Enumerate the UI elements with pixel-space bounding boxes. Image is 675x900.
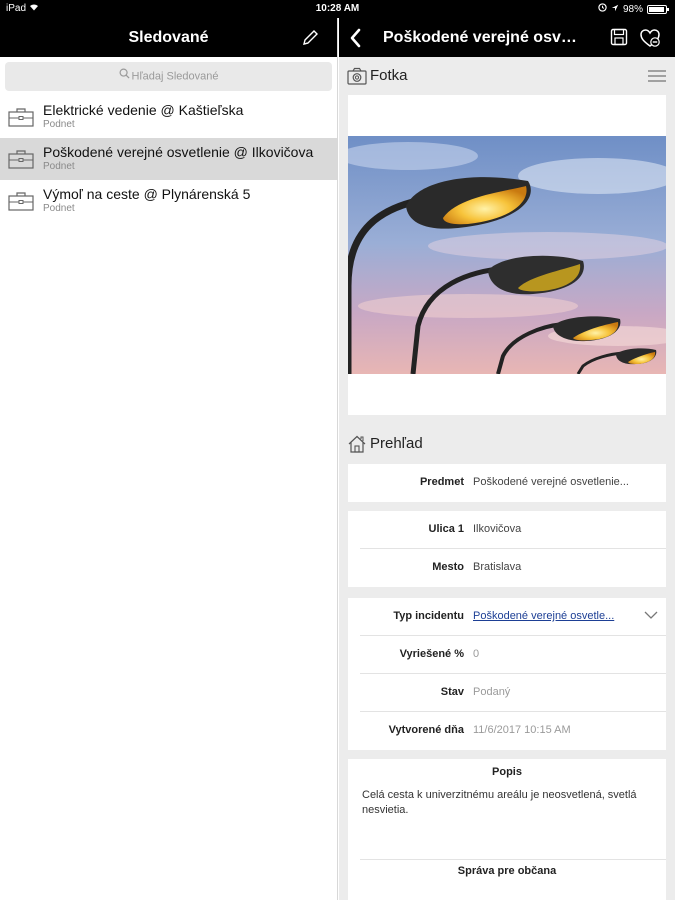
list-item[interactable]: Výmoľ na ceste @ Plynárenská 5 Podnet [0,180,337,222]
left-pane-title: Sledované [128,29,209,46]
field-label: Stav [440,686,464,698]
location-icon [611,4,619,15]
edit-button[interactable] [299,27,321,49]
incident-card: Typ incidentu Poškodené verejné osvetle.… [348,598,666,750]
followed-list-pane: Sledované Hľadaj Sledované Elektrické ve… [0,18,338,900]
list-item-subtitle: Podnet [43,161,75,172]
description-title: Popis [492,766,522,778]
field-value: 0 [473,648,480,660]
followed-list: Elektrické vedenie @ Kaštieľska Podnet P… [0,96,337,222]
field-value: Poškodené verejné osvetlenie... [473,476,629,488]
search-icon [119,62,130,91]
camera-icon [347,67,367,85]
field-row-subject[interactable]: Predmet Poškodené verejné osvetlenie... [360,464,666,502]
list-item-subtitle: Podnet [43,203,75,214]
list-item-subtitle: Podnet [43,119,75,130]
photo-card [348,95,666,415]
field-row-created-on[interactable]: Vytvorené dňa 11/6/2017 10:15 AM [360,712,666,750]
detail-pane: Poškodené verejné osvetlenie Fotka [339,18,675,900]
list-item-selected[interactable]: Poškodené verejné osvetlenie @ Ilkovičov… [0,138,337,180]
list-item-title: Výmoľ na ceste @ Plynárenská 5 [43,186,251,202]
subject-card: Predmet Poškodené verejné osvetlenie... [348,464,666,502]
right-navbar: Poškodené verejné osvetlenie [339,18,675,57]
field-row-street[interactable]: Ulica 1 Ilkovičova [360,511,666,549]
description-text[interactable]: Celá cesta k univerzitnému areálu je neo… [348,778,666,818]
search-input[interactable]: Hľadaj Sledované [5,62,332,91]
chevron-down-icon[interactable] [644,610,658,620]
status-bar: iPad 10:28 AM 98% [0,0,675,18]
divider [360,859,666,860]
field-row-resolved-percent[interactable]: Vyriešené % 0 [360,636,666,674]
hamburger-menu-icon[interactable] [648,70,666,82]
list-item-title: Elektrické vedenie @ Kaštieľska [43,102,244,118]
chevron-left-icon [350,28,361,48]
incident-type-link[interactable]: Poškodené verejné osvetle... [473,610,636,622]
field-label: Predmet [419,476,464,488]
battery-percent: 98% [622,3,643,15]
field-value: Podaný [473,686,511,698]
briefcase-icon [8,108,34,127]
save-icon [610,28,628,46]
back-button[interactable] [345,26,367,50]
left-navbar: Sledované [0,18,337,57]
list-item[interactable]: Elektrické vedenie @ Kaštieľska Podnet [0,96,337,138]
field-label: Typ incidentu [393,610,464,622]
home-icon [348,435,366,453]
record-title: Poškodené verejné osvetlenie [383,29,583,46]
citizen-message-title: Správa pre občana [457,865,557,877]
battery-icon [647,4,669,14]
unfollow-button[interactable] [639,27,661,49]
list-item-title: Poškodené verejné osvetlenie @ Ilkovičov… [43,144,314,160]
overview-section-label: Prehľad [370,435,423,452]
briefcase-icon [8,150,34,169]
clock: 10:28 AM [315,3,360,14]
address-card: Ulica 1 Ilkovičova Mesto Bratislava [348,511,666,587]
field-label: Mesto [432,561,464,573]
streetlamp-photo[interactable] [348,136,666,374]
field-label: Vyriešené % [399,648,464,660]
overview-section-header: Prehľad [339,424,675,462]
field-value: Bratislava [473,561,522,573]
heart-icon [640,29,660,47]
briefcase-icon [8,192,34,211]
status-indicators: 98% [598,3,669,15]
search-bar: Hľadaj Sledované [0,57,337,96]
save-button[interactable] [610,28,628,46]
field-value: 11/6/2017 10:15 AM [473,724,571,736]
photo-section-label: Fotka [370,67,408,84]
description-card: Popis Celá cesta k univerzitnému areálu … [348,759,666,900]
field-label: Vytvorené dňa [388,724,464,736]
photo-section-header: Fotka [339,57,675,95]
field-label: Ulica 1 [428,523,464,535]
field-value: Ilkovičova [473,523,522,535]
field-row-status[interactable]: Stav Podaný [360,674,666,712]
search-placeholder: Hľadaj Sledované [131,70,219,83]
alarm-icon [598,3,607,15]
field-row-incident-type[interactable]: Typ incidentu Poškodené verejné osvetle.… [360,598,666,636]
field-row-city[interactable]: Mesto Bratislava [360,549,666,587]
pencil-icon [303,30,318,45]
